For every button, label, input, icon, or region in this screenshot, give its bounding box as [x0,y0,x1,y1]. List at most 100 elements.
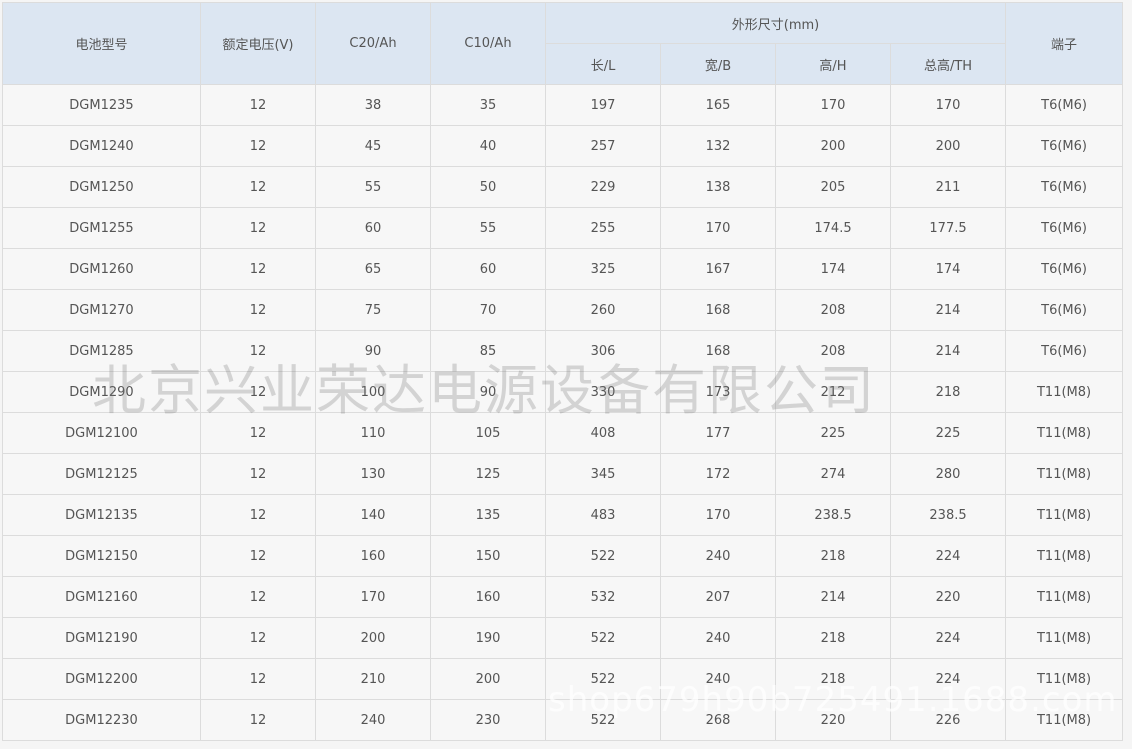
cell-length: 408 [545,412,661,454]
cell-width: 240 [660,535,776,577]
cell-c20: 65 [315,248,431,290]
cell-voltage: 12 [200,125,316,167]
cell-length: 325 [545,248,661,290]
cell-c20: 140 [315,494,431,536]
cell-c10: 40 [430,125,546,167]
cell-model: DGM1250 [2,166,201,208]
cell-width: 177 [660,412,776,454]
cell-voltage: 12 [200,371,316,413]
cell-model: DGM12160 [2,576,201,618]
table-row: DGM12125 12 130 125 345 172 274 280 T11(M8) [2,453,1124,495]
cell-total-height: 200 [889,125,1007,167]
cell-voltage: 12 [200,207,316,249]
cell-length: 229 [545,166,661,208]
cell-width: 165 [660,84,776,126]
cell-terminal: T11(M8) [1005,494,1124,536]
cell-terminal: T6(M6) [1005,166,1124,208]
table-row: DGM12200 12 210 200 522 240 218 224 T11(M8) [2,658,1124,700]
cell-c20: 200 [315,617,431,659]
cell-height: 218 [775,617,891,659]
cell-total-height: 177.5 [889,207,1007,249]
cell-height: 174.5 [775,207,891,249]
cell-model: DGM12135 [2,494,201,536]
cell-height: 220 [775,699,891,741]
cell-width: 207 [660,576,776,618]
cell-voltage: 12 [200,699,316,741]
cell-c20: 38 [315,84,431,126]
cell-height: 218 [775,658,891,700]
cell-terminal: T6(M6) [1005,330,1124,372]
cell-model: DGM1290 [2,371,201,413]
cell-c20: 110 [315,412,431,454]
cell-model: DGM1240 [2,125,201,167]
table-row: DGM12135 12 140 135 483 170 238.5 238.5 T11(M8) [2,494,1124,536]
cell-total-height: 214 [889,289,1007,331]
cell-c20: 55 [315,166,431,208]
cell-voltage: 12 [200,453,316,495]
cell-terminal: T11(M8) [1005,658,1124,700]
cell-total-height: 225 [889,412,1007,454]
cell-c10: 135 [430,494,546,536]
cell-length: 522 [545,658,661,700]
table-row: DGM12150 12 160 150 522 240 218 224 T11(M8) [2,535,1124,577]
cell-length: 306 [545,330,661,372]
cell-length: 345 [545,453,661,495]
table-row: DGM12190 12 200 190 522 240 218 224 T11(M8) [2,617,1124,659]
table-header: 电池型号 额定电压(V) C20/Ah C10/Ah 外形尺寸(mm) 端子 长… [2,2,1124,85]
cell-voltage: 12 [200,330,316,372]
cell-total-height: 224 [889,535,1007,577]
cell-total-height: 220 [889,576,1007,618]
cell-length: 257 [545,125,661,167]
cell-height: 208 [775,330,891,372]
cell-model: DGM12125 [2,453,201,495]
header-c10: C10/Ah [430,2,546,85]
cell-width: 240 [660,658,776,700]
cell-width: 168 [660,330,776,372]
cell-voltage: 12 [200,576,316,618]
cell-total-height: 211 [889,166,1007,208]
cell-voltage: 12 [200,248,316,290]
cell-c10: 90 [430,371,546,413]
cell-c20: 75 [315,289,431,331]
cell-model: DGM1285 [2,330,201,372]
cell-height: 208 [775,289,891,331]
cell-c20: 100 [315,371,431,413]
cell-total-height: 226 [889,699,1007,741]
cell-voltage: 12 [200,494,316,536]
table-row: DGM1250 12 55 50 229 138 205 211 T6(M6) [2,166,1124,208]
cell-c20: 90 [315,330,431,372]
header-width: 宽/B [660,43,776,85]
header-total-height: 总高/TH [889,43,1007,85]
cell-total-height: 224 [889,617,1007,659]
cell-terminal: T6(M6) [1005,289,1124,331]
table-body: DGM1235 12 38 35 197 165 170 170 T6(M6) DGM1240 12… [2,84,1124,741]
cell-terminal: T11(M8) [1005,535,1124,577]
header-height: 高/H [775,43,891,85]
cell-length: 483 [545,494,661,536]
cell-height: 274 [775,453,891,495]
cell-length: 532 [545,576,661,618]
table-row: DGM1240 12 45 40 257 132 200 200 T6(M6) [2,125,1124,167]
cell-model: DGM1260 [2,248,201,290]
cell-c20: 170 [315,576,431,618]
cell-length: 255 [545,207,661,249]
cell-model: DGM12230 [2,699,201,741]
cell-height: 218 [775,535,891,577]
cell-total-height: 218 [889,371,1007,413]
cell-model: DGM12150 [2,535,201,577]
cell-terminal: T6(M6) [1005,125,1124,167]
cell-terminal: T11(M8) [1005,699,1124,741]
cell-c20: 60 [315,207,431,249]
cell-height: 238.5 [775,494,891,536]
cell-height: 225 [775,412,891,454]
cell-model: DGM12190 [2,617,201,659]
cell-width: 138 [660,166,776,208]
cell-height: 205 [775,166,891,208]
table-row: DGM1290 12 100 90 330 173 212 218 T11(M8) [2,371,1124,413]
cell-voltage: 12 [200,412,316,454]
cell-c10: 160 [430,576,546,618]
cell-c10: 190 [430,617,546,659]
cell-model: DGM1255 [2,207,201,249]
cell-total-height: 214 [889,330,1007,372]
cell-length: 522 [545,535,661,577]
